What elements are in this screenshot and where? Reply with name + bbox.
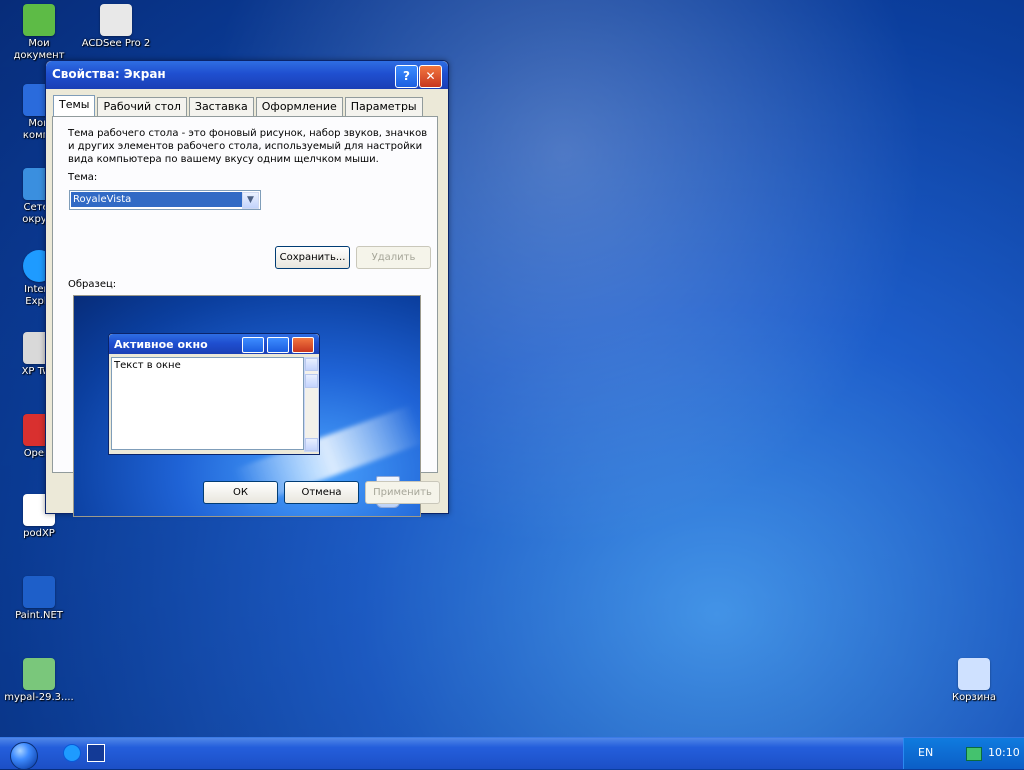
paintnet-icon (23, 576, 55, 608)
acdsee-icon (100, 4, 132, 36)
preview-window-titlebar: Активное окно (109, 334, 319, 354)
close-icon: ✕ (425, 69, 436, 83)
clock[interactable]: 10:10 (988, 746, 1020, 759)
minimize-icon (242, 337, 264, 353)
taskbar: EN 10:10 (0, 737, 1024, 770)
display-properties-window: Свойства: Экран ? ✕ Темы Рабочий стол За… (45, 60, 449, 517)
scroll-up-icon (305, 358, 318, 371)
desktop-icon-recycle-bin[interactable]: Корзина (937, 658, 1011, 704)
theme-selected-value: RoyaleVista (71, 192, 243, 207)
tab-appearance[interactable]: Оформление (255, 97, 343, 116)
preview-window-text: Текст в окне (111, 357, 304, 450)
themes-panel: Тема рабочего стола - это фоновый рисуно… (52, 116, 438, 517)
tab-settings[interactable]: Параметры (344, 97, 423, 116)
themes-description: Тема рабочего стола - это фоновый рисуно… (68, 128, 428, 165)
theme-label: Тема: (68, 172, 98, 183)
delete-theme-button[interactable]: Удалить (356, 246, 431, 269)
help-button[interactable]: ? (395, 65, 418, 88)
preview-label: Образец: (68, 279, 117, 290)
help-icon: ? (403, 69, 410, 83)
tab-themes[interactable]: Темы (53, 95, 96, 116)
network-tray-icon[interactable] (966, 747, 982, 761)
close-icon (292, 337, 314, 353)
tab-strip: Темы Рабочий стол Заставка Оформление Па… (53, 95, 425, 117)
save-theme-button[interactable]: Сохранить... (275, 246, 350, 269)
maximize-icon (267, 337, 289, 353)
quicklaunch-show-desktop-icon[interactable] (87, 744, 105, 762)
recycle-bin-icon (958, 658, 990, 690)
desktop-icon-my-documents[interactable]: Мои документ (2, 4, 76, 62)
my-documents-icon (23, 4, 55, 36)
tab-screensaver[interactable]: Заставка (188, 97, 254, 116)
scroll-thumb (305, 374, 318, 388)
preview-window: Активное окно Текст в окне (108, 333, 320, 455)
desktop-icon-acdsee[interactable]: ACDSee Pro 2 (79, 4, 153, 50)
ok-button[interactable]: ОК (203, 481, 278, 504)
preview-scrollbar (304, 357, 319, 452)
desktop-icon-paintnet[interactable]: Paint.NET (2, 576, 76, 622)
start-button[interactable] (10, 742, 38, 770)
theme-dropdown[interactable]: RoyaleVista ▼ (69, 190, 261, 210)
window-titlebar[interactable]: Свойства: Экран ? ✕ (46, 61, 448, 89)
close-button[interactable]: ✕ (419, 65, 442, 88)
chevron-down-icon[interactable]: ▼ (242, 192, 259, 209)
quicklaunch-ie-icon[interactable] (63, 744, 81, 762)
tab-desktop[interactable]: Рабочий стол (97, 97, 187, 116)
scroll-down-icon (305, 438, 318, 451)
system-tray: EN 10:10 (903, 738, 1024, 769)
desktop-icon-mypal[interactable]: mypal-29.3.... (2, 658, 76, 704)
window-title: Свойства: Экран (52, 67, 166, 81)
language-indicator[interactable]: EN (918, 746, 933, 759)
cancel-button[interactable]: Отмена (284, 481, 359, 504)
installer-icon (23, 658, 55, 690)
preview-window-title: Активное окно (114, 338, 208, 351)
apply-button[interactable]: Применить (365, 481, 440, 504)
